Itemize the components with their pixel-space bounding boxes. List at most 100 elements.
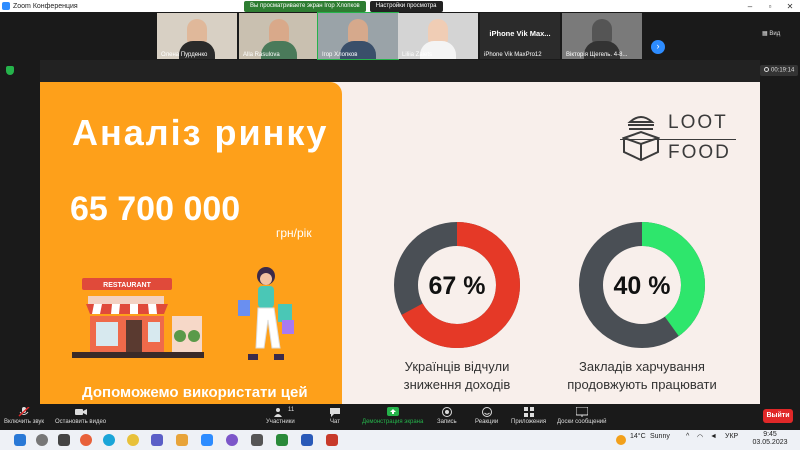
speaker-icon[interactable]: ◄: [710, 433, 717, 440]
share-screen-icon: [386, 407, 399, 416]
record-icon: [441, 407, 452, 417]
chat-button[interactable]: Чат: [329, 407, 341, 425]
whiteboards-label: Доски сообщений: [557, 419, 607, 425]
share-screen-button[interactable]: Демонстрация экрана: [362, 407, 423, 425]
shared-screen-top: [40, 60, 760, 82]
task-view-icon[interactable]: [58, 434, 70, 446]
logo-text-bottom: FOOD: [668, 142, 731, 163]
participants-count: 11: [288, 407, 295, 413]
reactions-button[interactable]: Реакции: [475, 407, 498, 425]
word-icon[interactable]: [301, 434, 313, 446]
participant-name: Вікторія Щегель. 4-8...: [566, 52, 628, 58]
keyboard-language[interactable]: УКР: [725, 433, 738, 440]
participant-tile-active-speaker[interactable]: Ігор Хлопков: [317, 12, 399, 60]
shield-icon[interactable]: [6, 66, 14, 75]
logo-text-top: LOOT: [668, 112, 728, 133]
view-button[interactable]: ▦ Вид: [762, 30, 780, 37]
chat-icon: [330, 408, 340, 417]
participant-name: Ігор Хлопков: [322, 52, 358, 58]
record-label: Запись: [437, 419, 457, 425]
weather-text[interactable]: Sunny: [650, 433, 670, 440]
windows-start-icon[interactable]: [14, 434, 26, 446]
apps-icon: [523, 407, 534, 417]
record-button[interactable]: Запись: [437, 407, 457, 425]
weather-temp[interactable]: 14°C: [630, 433, 646, 440]
box-burger-icon: [622, 116, 660, 162]
zoom-taskbar-icon[interactable]: [201, 434, 213, 446]
participants-button[interactable]: Участники 11: [266, 407, 295, 425]
tray-chevron-icon[interactable]: ^: [686, 433, 689, 440]
view-options-button[interactable]: Настройки просмотра: [369, 0, 443, 12]
leave-button[interactable]: Выйти: [763, 409, 793, 423]
meeting-toolbar: Включить звук Остановить видео Участники…: [0, 405, 800, 430]
weather-sun-icon[interactable]: [616, 435, 626, 445]
participant-name: iPhone Vik MaxPro12: [484, 52, 542, 58]
slide-title: Аналіз ринку: [72, 112, 329, 153]
participant-tile[interactable]: iPhone Vik Max... iPhone Vik MaxPro12: [480, 13, 560, 59]
file-explorer-icon[interactable]: [176, 434, 188, 446]
participant-tile[interactable]: Alla Rasulova: [239, 13, 319, 59]
firefox-icon[interactable]: [80, 434, 92, 446]
shared-slide: Аналіз ринку 65 700 000 грн/рік Допоможе…: [40, 82, 760, 404]
participant-name: Alla Rasulova: [243, 52, 280, 58]
caption-line: продовжують працювати: [567, 377, 717, 392]
apps-button[interactable]: Приложения: [511, 407, 546, 425]
participants-icon: [274, 408, 283, 417]
maximize-icon[interactable]: ▫: [760, 0, 780, 12]
window-title: Zoom Конференция: [13, 2, 78, 10]
video-camera-icon: [74, 409, 87, 415]
chrome-icon[interactable]: [127, 434, 139, 446]
windows-taskbar: 14°C Sunny ^ ◠ ◄ УКР 9:45 03.05.2023: [0, 430, 800, 450]
meeting-timer: 00:19:14: [760, 65, 799, 76]
powerpoint-icon[interactable]: [326, 434, 338, 446]
participant-tile[interactable]: Liliia Zaiets: [398, 13, 478, 59]
market-amount: 65 700 000: [70, 190, 241, 228]
donut-label: 67 %: [429, 272, 486, 300]
zoom-app-icon: [2, 2, 10, 10]
donut-chart-incomes: 67 %: [394, 222, 520, 348]
stop-video-label: Остановить видео: [55, 419, 107, 425]
restaurant-sign-text: RESTAURANT: [103, 282, 151, 289]
donut-chart-restaurants: 40 %: [579, 222, 705, 348]
teams-icon[interactable]: [151, 434, 163, 446]
excel-icon[interactable]: [276, 434, 288, 446]
chat-label: Чат: [330, 419, 340, 425]
viewing-screen-label: Вы просматриваете экран Ігор Хлопков: [244, 0, 366, 12]
clock[interactable]: 9:45 03.05.2023: [750, 431, 790, 447]
unmute-label: Включить звук: [4, 419, 45, 425]
participant-tile[interactable]: Вікторія Щегель. 4-8...: [562, 13, 642, 59]
wifi-icon[interactable]: ◠: [697, 433, 703, 441]
timer-text: 00:19:14: [771, 67, 795, 74]
edge-icon[interactable]: [103, 434, 115, 446]
microphone-muted-icon: [18, 407, 30, 417]
restaurant-illustration: RESTAURANT: [72, 278, 204, 358]
close-icon[interactable]: ✕: [780, 0, 800, 12]
viber-icon[interactable]: [226, 434, 238, 446]
stop-video-button[interactable]: Остановить видео: [55, 407, 106, 425]
participant-tile[interactable]: Олена Пурденко: [157, 13, 237, 59]
search-icon[interactable]: [36, 434, 48, 446]
smiley-icon: [481, 407, 492, 417]
unmute-button[interactable]: Включить звук: [4, 407, 44, 425]
logo-divider: [620, 139, 736, 140]
participants-label: Участники: [266, 419, 295, 425]
share-screen-label: Демонстрация экрана: [362, 419, 424, 425]
slide-cta: Допоможемо використати цей: [82, 384, 308, 401]
donut-label: 40 %: [614, 272, 671, 300]
clock-date: 03.05.2023: [752, 439, 788, 446]
minimize-icon[interactable]: –: [740, 0, 760, 12]
participant-name: Олена Пурденко: [161, 52, 208, 58]
donut-caption: Закладів харчування продовжують працюват…: [557, 358, 727, 394]
gallery-next-icon[interactable]: ›: [651, 40, 665, 54]
caption-line: зниження доходів: [403, 377, 511, 392]
share-banner: Вы просматриваете экран Ігор Хлопков Нас…: [244, 0, 443, 12]
caption-line: Українців відчули: [404, 359, 510, 374]
video-gallery: Олена Пурденко Alla Rasulova Ігор Хлопко…: [0, 12, 800, 60]
calculator-icon[interactable]: [251, 434, 263, 446]
whiteboards-button[interactable]: Доски сообщений: [557, 407, 607, 425]
reactions-label: Реакции: [475, 419, 499, 425]
market-unit: грн/рік: [276, 226, 312, 240]
participant-big-name: iPhone Vik Max...: [489, 29, 551, 38]
apps-label: Приложения: [511, 419, 547, 425]
caption-line: Закладів харчування: [579, 359, 705, 374]
